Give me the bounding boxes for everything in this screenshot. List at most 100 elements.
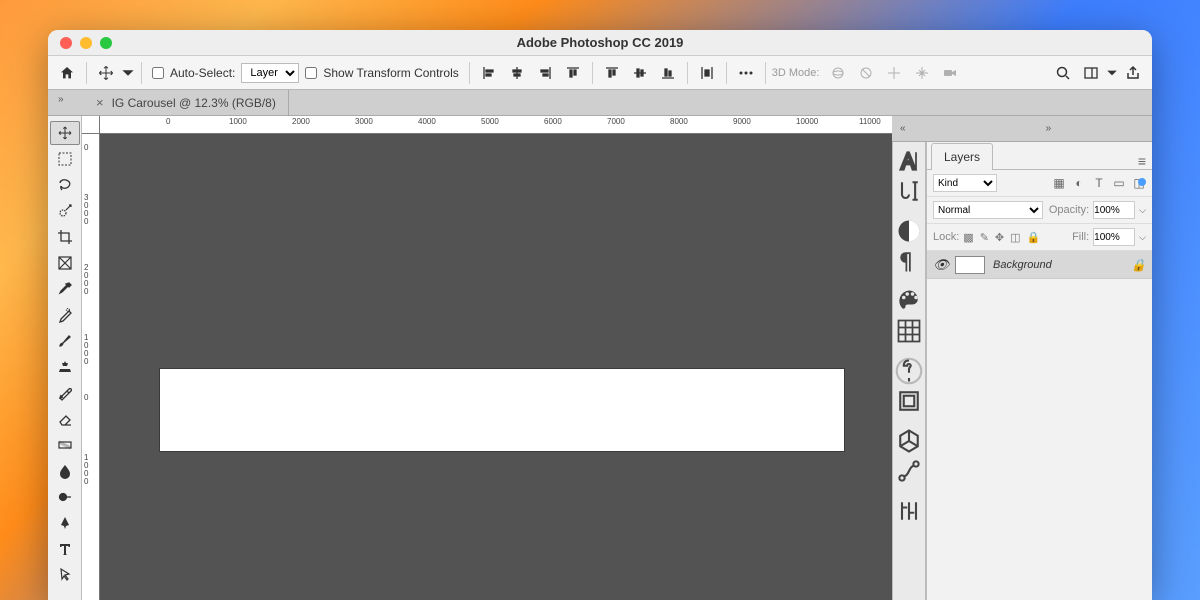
- filter-adjustment-icon[interactable]: ◐: [1072, 176, 1086, 190]
- lock-artboard-icon[interactable]: ◫: [1010, 231, 1020, 244]
- opacity-input[interactable]: [1093, 201, 1135, 219]
- swatches-panel-icon[interactable]: [895, 318, 923, 344]
- align-v-center-icon[interactable]: [627, 60, 653, 86]
- show-transform-checkbox[interactable]: Show Transform Controls: [305, 66, 458, 80]
- camera-3d-icon[interactable]: [937, 60, 963, 86]
- type-tool[interactable]: [50, 537, 80, 561]
- layer-filter-row: Kind ▦ ◐ T ▭ ◫: [927, 170, 1152, 197]
- distribute-icon[interactable]: [694, 60, 720, 86]
- auto-select-input[interactable]: [152, 67, 164, 79]
- filter-kind-select[interactable]: Kind: [933, 174, 997, 192]
- fill-input[interactable]: [1093, 228, 1135, 246]
- roll-3d-icon[interactable]: [853, 60, 879, 86]
- blend-mode-select[interactable]: Normal: [933, 201, 1043, 219]
- lock-image-icon[interactable]: ✎: [980, 231, 989, 244]
- zoom-window-button[interactable]: [100, 37, 112, 49]
- quick-select-tool[interactable]: [50, 199, 80, 223]
- filter-type-icon[interactable]: T: [1092, 176, 1106, 190]
- move-tool[interactable]: [50, 121, 80, 145]
- search-icon[interactable]: [1050, 60, 1076, 86]
- blur-tool[interactable]: [50, 459, 80, 483]
- eyedropper-tool[interactable]: [50, 277, 80, 301]
- close-window-button[interactable]: [60, 37, 72, 49]
- panel-tabs: Layers ≡: [927, 142, 1152, 170]
- layer-lock-icon[interactable]: 🔒: [1131, 258, 1146, 272]
- history-brush-tool[interactable]: [50, 381, 80, 405]
- eraser-tool[interactable]: [50, 407, 80, 431]
- lock-transparency-icon[interactable]: ▩: [963, 231, 973, 244]
- filter-pixel-icon[interactable]: ▦: [1052, 176, 1066, 190]
- align-v-top-icon[interactable]: [599, 60, 625, 86]
- move-tool-indicator-icon[interactable]: [93, 60, 119, 86]
- auto-select-target-select[interactable]: Layer: [241, 63, 299, 83]
- align-top-icon[interactable]: [560, 60, 586, 86]
- workspace-switcher-icon[interactable]: [1078, 60, 1104, 86]
- lasso-tool[interactable]: [50, 173, 80, 197]
- path-selection-tool[interactable]: [50, 563, 80, 587]
- workspace-dropdown[interactable]: [1106, 60, 1118, 86]
- ruler-origin[interactable]: [82, 116, 100, 134]
- layer-thumbnail[interactable]: [955, 256, 985, 274]
- channels-panel-icon[interactable]: [895, 498, 923, 524]
- expand-tabs-icon[interactable]: »: [58, 94, 64, 105]
- align-left-icon[interactable]: [476, 60, 502, 86]
- fill-label: Fill:: [1072, 231, 1089, 243]
- libraries-panel-icon[interactable]: [895, 388, 923, 414]
- align-v-bottom-icon[interactable]: [655, 60, 681, 86]
- show-transform-input[interactable]: [305, 67, 317, 79]
- panel-menu-icon[interactable]: ≡: [1138, 153, 1146, 169]
- blend-opacity-row: Normal Opacity: ⌵: [927, 197, 1152, 224]
- healing-brush-tool[interactable]: [50, 303, 80, 327]
- app-window: Adobe Photoshop CC 2019 Auto-Select: Lay…: [48, 30, 1152, 600]
- paths-panel-icon[interactable]: [895, 458, 923, 484]
- clone-stamp-tool[interactable]: [50, 355, 80, 379]
- gradient-tool[interactable]: [50, 433, 80, 457]
- tool-preset-dropdown[interactable]: [121, 60, 135, 86]
- align-right-icon[interactable]: [532, 60, 558, 86]
- titlebar: Adobe Photoshop CC 2019: [48, 30, 1152, 56]
- document-tab[interactable]: × IG Carousel @ 12.3% (RGB/8): [84, 90, 289, 115]
- document-canvas[interactable]: [160, 369, 844, 451]
- workspace: 0100020003000400050006000700080009000100…: [48, 116, 1152, 600]
- layer-row[interactable]: 👁 Background 🔒: [927, 251, 1152, 279]
- pen-tool[interactable]: [50, 511, 80, 535]
- separator: [592, 62, 593, 84]
- close-tab-icon[interactable]: ×: [96, 95, 104, 110]
- marquee-tool[interactable]: [50, 147, 80, 171]
- filter-shape-icon[interactable]: ▭: [1112, 176, 1126, 190]
- color-panel-icon[interactable]: [895, 288, 923, 314]
- expand-left-dock-icon[interactable]: «: [900, 123, 906, 134]
- brush-tool[interactable]: [50, 329, 80, 353]
- adjustments-panel-icon[interactable]: [895, 218, 923, 244]
- vertical-ruler[interactable]: 030002000100001000: [82, 134, 100, 600]
- layer-name[interactable]: Background: [993, 259, 1052, 271]
- auto-select-checkbox[interactable]: Auto-Select:: [152, 66, 235, 80]
- auto-select-label: Auto-Select:: [170, 66, 235, 80]
- frame-tool[interactable]: [50, 251, 80, 275]
- 3d-panel-icon[interactable]: [895, 428, 923, 454]
- share-icon[interactable]: [1120, 60, 1146, 86]
- slide-3d-icon[interactable]: [909, 60, 935, 86]
- character-panel-icon[interactable]: [895, 148, 923, 174]
- dodge-tool[interactable]: [50, 485, 80, 509]
- learn-panel-icon[interactable]: [895, 358, 923, 384]
- orbit-3d-icon[interactable]: [825, 60, 851, 86]
- layers-tab[interactable]: Layers: [931, 143, 993, 170]
- lock-all-icon[interactable]: 🔒: [1027, 231, 1041, 244]
- fill-dropdown-icon[interactable]: ⌵: [1139, 232, 1146, 243]
- visibility-toggle-icon[interactable]: 👁: [933, 257, 947, 273]
- home-button[interactable]: [54, 60, 80, 86]
- pan-3d-icon[interactable]: [881, 60, 907, 86]
- expand-right-dock-icon[interactable]: »: [1046, 123, 1052, 134]
- paragraph-panel-icon[interactable]: [895, 248, 923, 274]
- canvas-viewport[interactable]: [100, 134, 892, 600]
- opacity-dropdown-icon[interactable]: ⌵: [1139, 205, 1146, 216]
- crop-tool[interactable]: [50, 225, 80, 249]
- align-h-center-icon[interactable]: [504, 60, 530, 86]
- horizontal-ruler[interactable]: 0100020003000400050006000700080009000100…: [82, 116, 892, 134]
- minimize-window-button[interactable]: [80, 37, 92, 49]
- filter-indicator-icon: [1138, 178, 1146, 186]
- lock-position-icon[interactable]: ✥: [995, 231, 1004, 244]
- more-options-icon[interactable]: [733, 60, 759, 86]
- glyphs-panel-icon[interactable]: [895, 178, 923, 204]
